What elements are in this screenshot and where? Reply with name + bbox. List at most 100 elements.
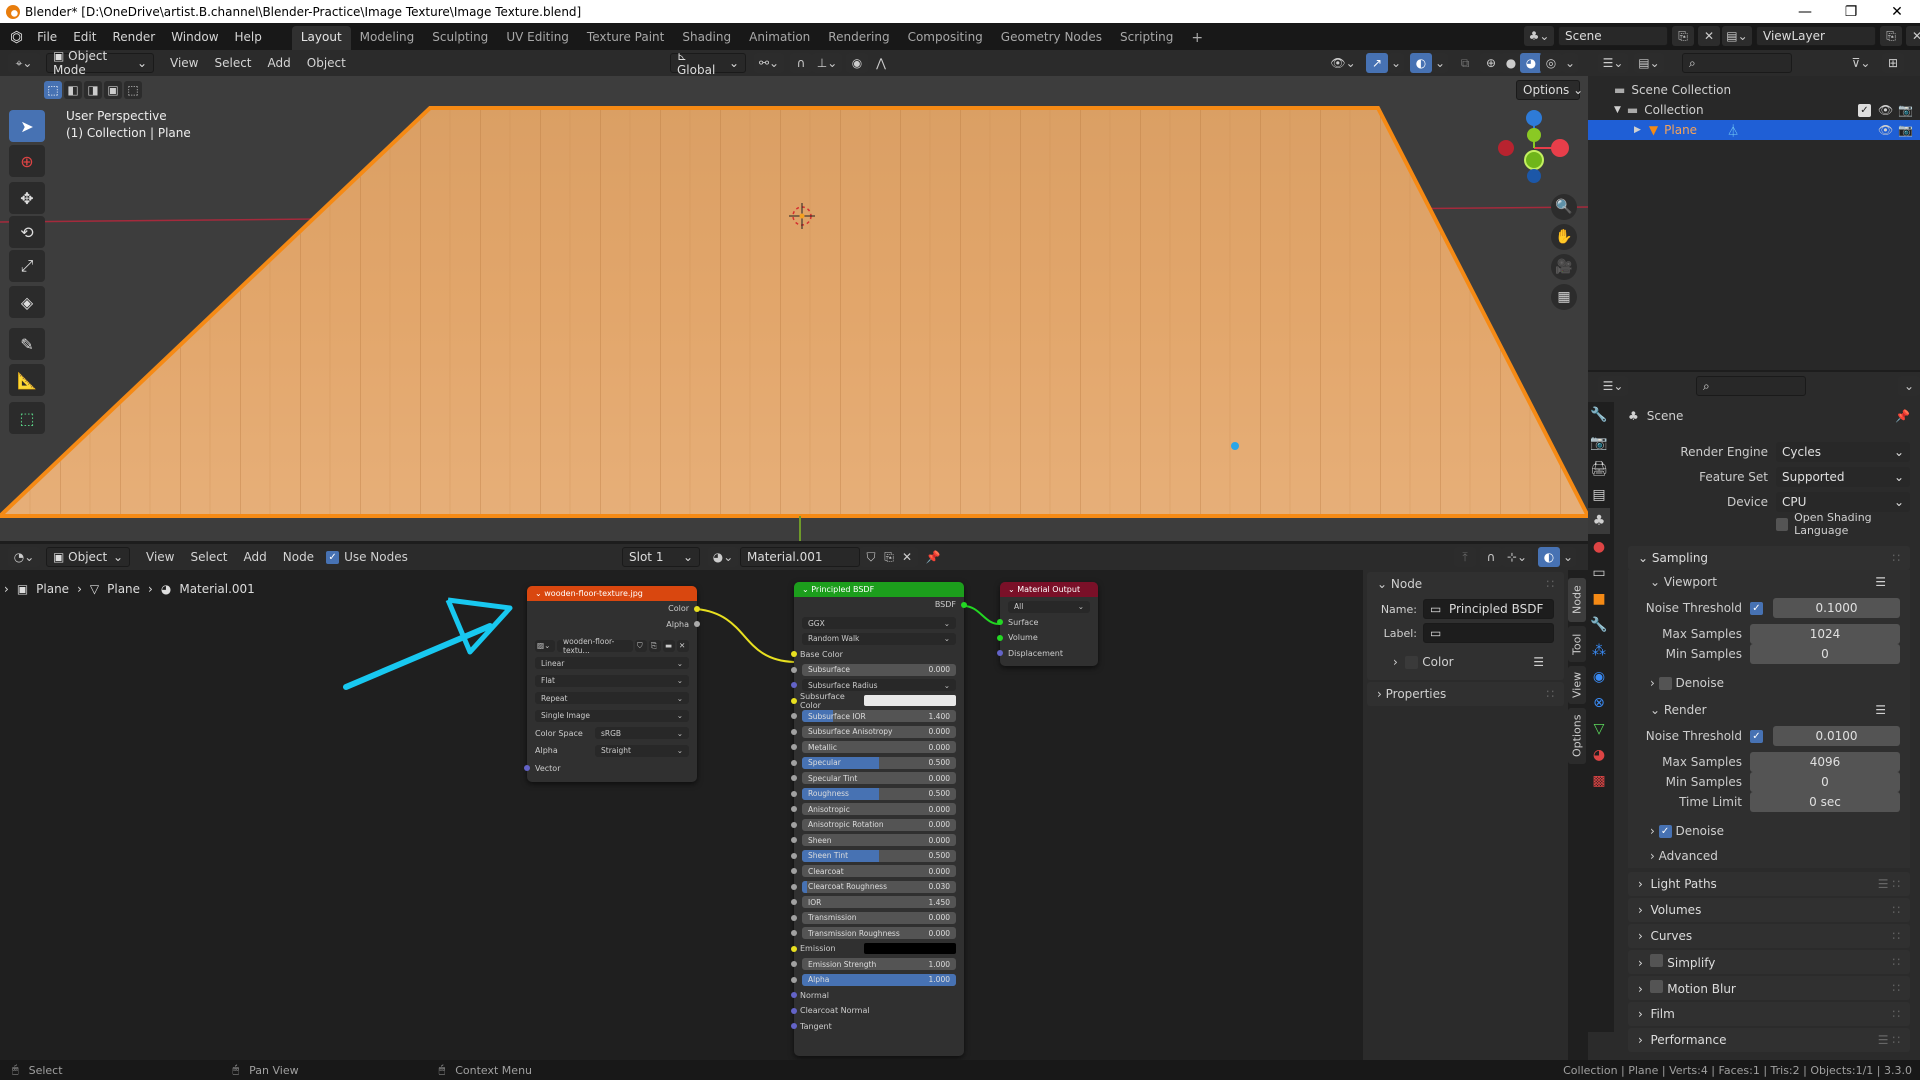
viewport-denoise-subpanel[interactable]: › Denoise	[1628, 668, 1910, 698]
particles-tab-icon[interactable]: ⁂	[1588, 638, 1610, 664]
volumes-panel[interactable]: › Volumes ∷	[1628, 898, 1910, 922]
float-input-socket[interactable]	[791, 930, 797, 937]
render-subpanel-header[interactable]: ⌄ Render ☰	[1628, 698, 1910, 722]
maximize-button[interactable]: ❐	[1828, 0, 1874, 23]
render-engine-dropdown[interactable]: Cycles ⌄	[1776, 442, 1910, 462]
viewport-denoise-checkbox[interactable]	[1658, 676, 1672, 690]
blender-menu-icon[interactable]: ⏣	[10, 28, 23, 46]
render-max-samples-field[interactable]: 4096	[1750, 752, 1900, 772]
new-collection-icon[interactable]: ⊞	[1882, 53, 1904, 73]
scene-tab-icon[interactable]: ♣	[1588, 508, 1610, 534]
osl-checkbox-row[interactable]: Open Shading Language	[1616, 511, 1920, 537]
emission-color-swatch[interactable]	[864, 943, 956, 955]
shader-type-dropdown[interactable]: ▣ Object ⌄	[46, 547, 130, 567]
simplify-checkbox[interactable]	[1650, 954, 1664, 967]
float-input-socket[interactable]	[791, 728, 797, 735]
sidebar-tab-view[interactable]: View	[1568, 666, 1586, 704]
presets-icon[interactable]: ☰	[1875, 575, 1886, 589]
wireframe-shading-icon[interactable]: ⊕	[1480, 53, 1502, 73]
viewport-max-samples-field[interactable]: 1024	[1750, 624, 1900, 644]
view-layer-tab-icon[interactable]: ▤	[1588, 482, 1610, 508]
bsdf-value-slider[interactable]: Sheen 0.000	[802, 834, 956, 847]
minimize-button[interactable]: —	[1782, 0, 1828, 23]
render-noise-threshold-field[interactable]: 0.0100	[1773, 726, 1900, 746]
motion-blur-checkbox[interactable]	[1650, 980, 1664, 993]
float-input-socket[interactable]	[791, 790, 797, 797]
time-limit-field[interactable]: 0 sec	[1750, 792, 1900, 812]
sidebar-tab-options[interactable]: Options	[1568, 708, 1586, 764]
pan-view-icon[interactable]: ✋	[1551, 224, 1577, 250]
menu-window[interactable]: Window	[163, 30, 226, 44]
node-menu-select[interactable]: Select	[182, 550, 235, 564]
parent-node-tree-icon[interactable]: ⤒	[1454, 547, 1476, 567]
bsdf-value-slider[interactable]: Sheen Tint 0.500	[802, 849, 956, 862]
node-menu-add[interactable]: Add	[236, 550, 275, 564]
filter-icon[interactable]: ⊽⌄	[1846, 53, 1876, 73]
properties-search-input[interactable]: ⌕	[1696, 376, 1806, 396]
camera-render-icon[interactable]: 📷	[1898, 103, 1913, 117]
transform-orientation-dropdown[interactable]: ⊾ Global ⌄	[670, 49, 746, 77]
eye-icon[interactable]: 👁	[1878, 103, 1893, 117]
subsurface-method-dropdown[interactable]: Random Walk ⌄	[802, 632, 956, 645]
menu-help[interactable]: Help	[227, 30, 270, 44]
tab-texture-paint[interactable]: Texture Paint	[578, 26, 673, 50]
outliner-editor-type-icon[interactable]: ☰⌄	[1598, 53, 1628, 73]
fake-user-icon[interactable]: ⛉	[635, 639, 647, 652]
texture-tab-icon[interactable]: ▩	[1588, 768, 1610, 794]
measure-tool[interactable]: 📐	[9, 364, 45, 396]
viewport-menu-object[interactable]: Object	[299, 56, 354, 70]
mode-dropdown[interactable]: ▣ Object Mode ⌄	[46, 49, 154, 77]
tab-animation[interactable]: Animation	[740, 26, 819, 50]
film-panel[interactable]: › Film ∷	[1628, 1002, 1910, 1026]
float-input-socket[interactable]	[791, 806, 797, 813]
subsurface-radius-dropdown[interactable]: Subsurface Radius ⌄	[802, 679, 956, 692]
rotate-tool[interactable]: ⟲	[9, 216, 45, 248]
gizmo-neg-x[interactable]	[1498, 140, 1514, 156]
float-input-socket[interactable]	[791, 775, 797, 782]
viewport-noise-threshold-checkbox[interactable]: ✓	[1750, 601, 1763, 615]
add-workspace-button[interactable]: +	[1182, 26, 1212, 50]
subsurface-color-socket[interactable]	[791, 697, 797, 704]
select-intersect-icon[interactable]: ⬚	[124, 81, 142, 99]
emission-socket[interactable]	[791, 945, 797, 952]
scale-tool[interactable]: ⤢	[9, 250, 45, 282]
viewport-menu-view[interactable]: View	[162, 56, 206, 70]
tab-shading[interactable]: Shading	[673, 26, 740, 50]
move-tool[interactable]: ✥	[9, 182, 45, 214]
bsdf-value-slider[interactable]: Subsurface IOR 1.400	[802, 710, 956, 723]
visibility-icon[interactable]: 👁⌄	[1328, 53, 1358, 73]
navigation-gizmo[interactable]	[1490, 104, 1570, 184]
image-node-header[interactable]: ⌄ wooden-floor-texture.jpg	[527, 586, 697, 601]
alpha-mode-dropdown[interactable]: Straight ⌄	[595, 744, 689, 757]
snap-toggle-icon[interactable]: ∩	[790, 53, 812, 73]
node-label-field[interactable]: ▭	[1423, 623, 1554, 643]
surface-input-socket[interactable]	[997, 619, 1003, 626]
node-section-header[interactable]: ⌄ Node ∷	[1367, 572, 1564, 596]
material-output-node[interactable]: ⌄ Material Output All ⌄ Surface Volume Di…	[997, 582, 1098, 666]
render-noise-threshold-checkbox[interactable]: ✓	[1750, 729, 1763, 743]
plane-object[interactable]	[0, 106, 1588, 518]
bsdf-value-slider[interactable]: Clearcoat 0.000	[802, 865, 956, 878]
viewlayer-name-field[interactable]: ViewLayer	[1756, 26, 1876, 46]
ortho-toggle-icon[interactable]: ▦	[1551, 284, 1577, 310]
bsdf-value-slider[interactable]: IOR 1.450	[802, 896, 956, 909]
normal-socket[interactable]	[791, 992, 797, 999]
node-menu-node[interactable]: Node	[275, 550, 322, 564]
sampling-panel-header[interactable]: ⌄ Sampling ∷	[1628, 546, 1910, 570]
gizmo-toggle-icon[interactable]: ↗	[1366, 53, 1388, 73]
float-input-socket[interactable]	[791, 899, 797, 906]
unlink-material-icon[interactable]: ✕	[896, 547, 918, 567]
motion-blur-panel[interactable]: › Motion Blur ∷	[1628, 976, 1910, 1000]
output-target-dropdown[interactable]: All ⌄	[1008, 600, 1090, 613]
gizmo-y[interactable]	[1527, 128, 1541, 142]
viewport-min-samples-field[interactable]: 0	[1750, 644, 1900, 664]
slot-dropdown[interactable]: Slot 1 ⌄	[622, 547, 700, 567]
output-tab-icon[interactable]: 🖨	[1588, 456, 1610, 482]
base-color-socket[interactable]	[791, 651, 797, 658]
render-denoise-subpanel[interactable]: › ✓ Denoise	[1628, 818, 1910, 844]
overlay-toggle-icon[interactable]: ◐	[1410, 53, 1432, 73]
presets-icon[interactable]: ☰	[1533, 655, 1544, 669]
delete-scene-icon[interactable]: ✕	[1698, 26, 1720, 46]
viewport-menu-select[interactable]: Select	[206, 56, 259, 70]
viewport-noise-threshold-field[interactable]: 0.1000	[1773, 598, 1900, 618]
